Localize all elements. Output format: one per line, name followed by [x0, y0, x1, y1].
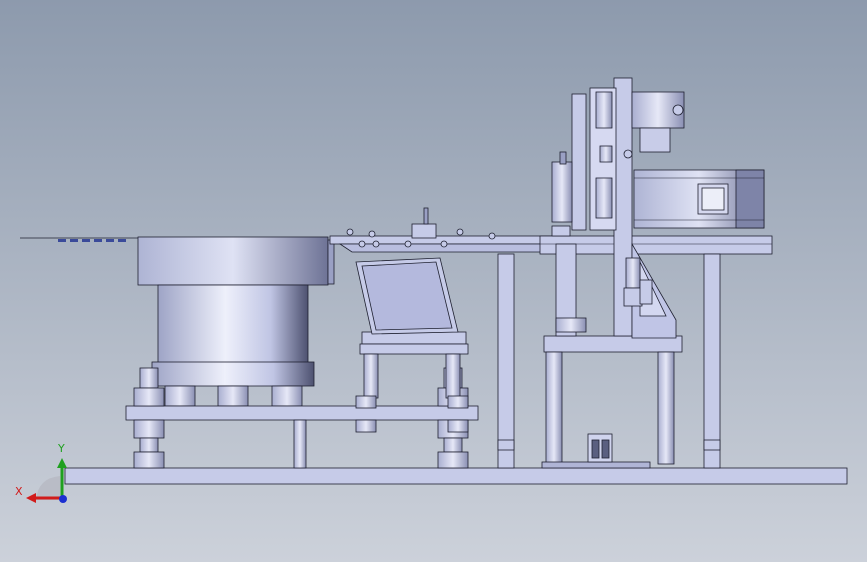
z-axis-dot: [59, 495, 67, 503]
servo-motor[interactable]: [633, 169, 765, 229]
x-axis-label: X: [15, 485, 23, 498]
y-axis-label: Y: [58, 442, 65, 455]
vibratory-bowl[interactable]: [137, 236, 335, 407]
base-plate[interactable]: [64, 467, 848, 485]
standoff: [293, 419, 307, 469]
track-end-block: [551, 225, 571, 237]
bowl-mount-plate[interactable]: [125, 405, 479, 421]
assembly-drawing[interactable]: [0, 0, 867, 562]
cad-graphics-area[interactable]: Y X: [0, 0, 867, 562]
